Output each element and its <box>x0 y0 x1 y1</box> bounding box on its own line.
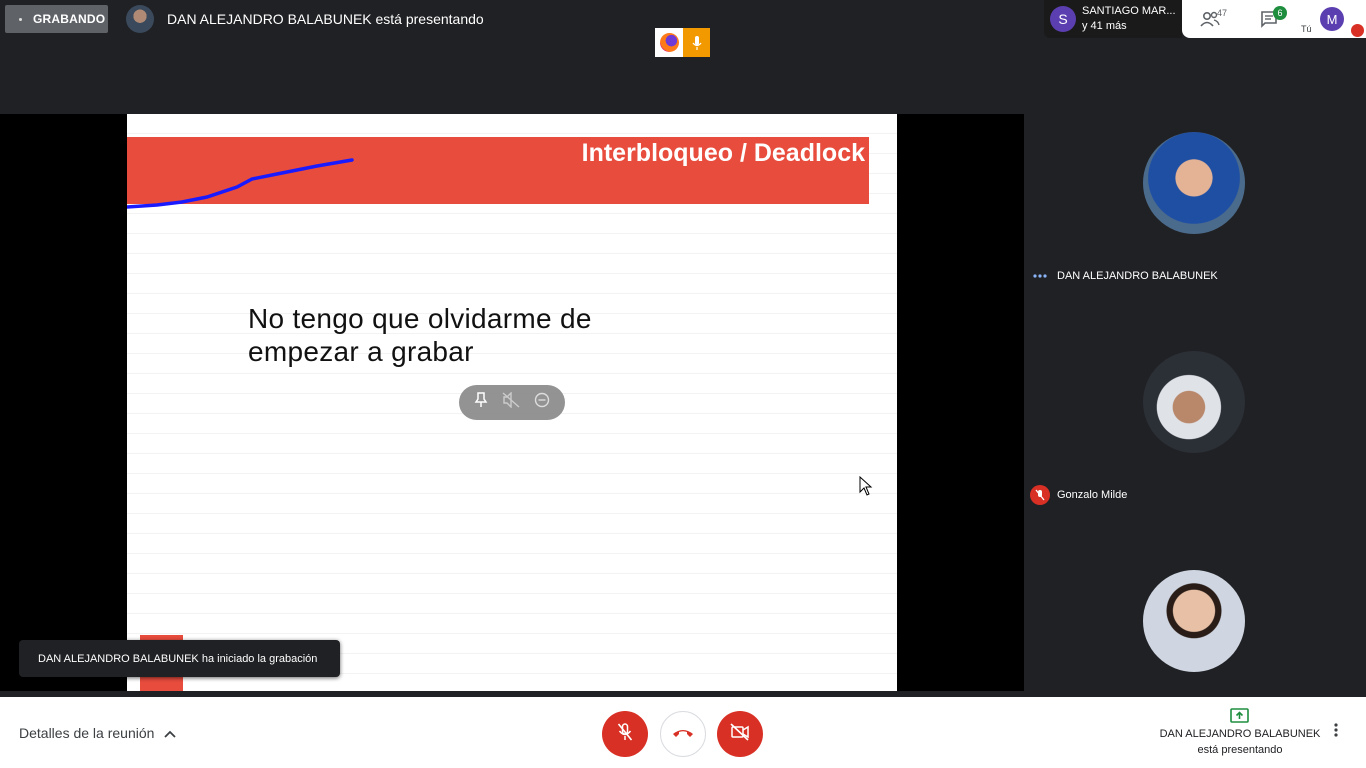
slide-title: Interbloqueo / Deadlock <box>581 139 865 167</box>
self-avatar[interactable]: M <box>1320 7 1344 31</box>
mic-off-icon <box>1030 485 1050 505</box>
participant-tile[interactable]: Gonzalo Milde <box>1024 293 1366 512</box>
recording-dot-icon <box>19 17 22 21</box>
mic-active-icon <box>683 28 710 57</box>
more-options-icon[interactable] <box>1334 723 1338 742</box>
speaking-dots-icon <box>1030 266 1050 286</box>
camera-toggle-button[interactable] <box>717 711 763 757</box>
participant-avatar <box>1143 351 1245 453</box>
hang-up-icon <box>672 725 694 743</box>
meeting-details-button[interactable]: Detalles de la reunión <box>19 725 177 741</box>
mic-toggle-button[interactable] <box>602 711 648 757</box>
bottom-bar: Detalles de la reunión DAN ALEJANDRO BAL… <box>0 697 1366 768</box>
participant-avatar: S <box>1050 6 1076 32</box>
people-count: 47 <box>1217 8 1228 18</box>
participants-more: y 41 más <box>1082 20 1127 32</box>
presenter-avatar <box>126 5 154 33</box>
present-screen-icon[interactable] <box>1230 708 1249 728</box>
participant-avatar <box>1143 132 1245 234</box>
participant-tile[interactable] <box>1024 512 1366 697</box>
top-controls: 47 6 Tú M <box>1182 0 1366 38</box>
presentation-stage: Interbloqueo / Deadlock No tengo que olv… <box>0 114 1024 691</box>
remove-icon[interactable] <box>534 392 550 413</box>
camera-off-icon <box>730 722 750 746</box>
slide-body-line: No tengo que olvidarme de <box>248 303 592 334</box>
mouse-cursor-icon <box>859 476 873 496</box>
presenting-name: DAN ALEJANDRO BALABUNEK <box>1159 728 1321 740</box>
active-speakers-chip[interactable]: S SANTIAGO MAR... y 41 más <box>1044 0 1182 38</box>
participants-panel: DAN ALEJANDRO BALABUNEK Gonzalo Milde <box>1024 74 1366 697</box>
recording-label: GRABANDO <box>33 12 106 26</box>
meeting-details-label: Detalles de la reunión <box>19 725 155 741</box>
mic-off-icon <box>617 722 633 747</box>
tile-hover-controls <box>459 385 565 420</box>
slide-body-text: No tengo que olvidarme de empezar a grab… <box>248 302 592 368</box>
chat-count-badge: 6 <box>1273 6 1287 20</box>
participant-name: SANTIAGO MAR... <box>1082 5 1176 17</box>
screen-share-indicator[interactable] <box>655 28 710 57</box>
annotation-scribble <box>127 158 354 209</box>
shared-slide: Interbloqueo / Deadlock No tengo que olv… <box>127 114 897 691</box>
presenter-title: DAN ALEJANDRO BALABUNEK está presentando <box>167 11 484 27</box>
recording-toast: DAN ALEJANDRO BALABUNEK ha iniciado la g… <box>19 640 340 677</box>
participant-tile[interactable]: DAN ALEJANDRO BALABUNEK <box>1024 74 1366 293</box>
participant-name: DAN ALEJANDRO BALABUNEK <box>1057 270 1218 282</box>
chevron-up-icon <box>164 725 177 741</box>
slide-body-line: empezar a grabar <box>248 336 474 367</box>
pin-icon[interactable] <box>474 392 488 413</box>
presenting-status: está presentando <box>1197 744 1283 756</box>
self-mic-off-icon <box>1351 24 1364 37</box>
firefox-icon <box>655 28 683 57</box>
participant-name: Gonzalo Milde <box>1057 489 1128 501</box>
recording-badge: GRABANDO <box>5 5 108 33</box>
self-label: Tú <box>1301 24 1312 34</box>
participant-avatar <box>1143 570 1245 672</box>
leave-call-button[interactable] <box>660 711 706 757</box>
mute-speaker-icon[interactable] <box>502 391 520 413</box>
